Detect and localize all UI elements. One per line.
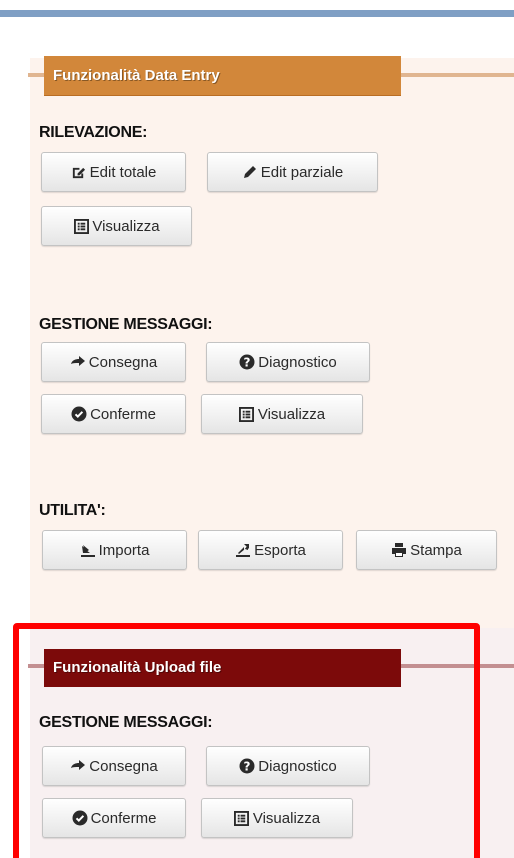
upload-consegna-button[interactable]: Consegna xyxy=(42,746,186,786)
check-circle-icon xyxy=(71,406,87,422)
top-accent-bar xyxy=(0,10,514,17)
edit-totale-label: Edit totale xyxy=(89,163,157,181)
import-icon xyxy=(80,542,96,558)
importa-label: Importa xyxy=(98,541,150,559)
check-circle-icon xyxy=(72,810,88,826)
question-circle-icon: ? xyxy=(239,354,255,370)
pencil-icon xyxy=(242,164,258,180)
stampa-button[interactable]: Stampa xyxy=(356,530,497,570)
esporta-label: Esporta xyxy=(254,541,306,559)
rilevazione-title: RILEVAZIONE: xyxy=(39,124,148,141)
consegna-label: Consegna xyxy=(88,353,158,371)
svg-text:?: ? xyxy=(244,356,251,370)
list-alt-icon xyxy=(234,810,250,826)
esporta-button[interactable]: Esporta xyxy=(198,530,343,570)
conferme-button[interactable]: Conferme xyxy=(41,394,186,434)
upload-file-tab-title: Funzionalità Upload file xyxy=(44,649,401,687)
export-icon xyxy=(235,542,251,558)
arrow-right-icon xyxy=(70,758,86,774)
diagnostico-label: Diagnostico xyxy=(258,353,337,371)
data-entry-panel: Funzionalità Data Entry RILEVAZIONE: Edi… xyxy=(28,56,514,628)
messaggi-visualizza-label: Visualizza xyxy=(257,405,326,423)
upload-visualizza-label: Visualizza xyxy=(252,809,321,827)
conferme-label: Conferme xyxy=(90,405,156,423)
stampa-label: Stampa xyxy=(410,541,462,559)
edit-parziale-label: Edit parziale xyxy=(260,163,344,181)
messaggi-visualizza-button[interactable]: Visualizza xyxy=(201,394,363,434)
list-alt-icon xyxy=(239,406,255,422)
upload-visualizza-button[interactable]: Visualizza xyxy=(201,798,353,838)
list-alt-icon xyxy=(73,218,89,234)
print-icon xyxy=(391,542,407,558)
upload-conferme-label: Conferme xyxy=(90,809,157,827)
edit-totale-button[interactable]: Edit totale xyxy=(41,152,186,192)
question-circle-icon: ? xyxy=(239,758,255,774)
utilita-title: UTILITA': xyxy=(39,502,106,519)
upload-diagnostico-label: Diagnostico xyxy=(258,757,337,775)
data-entry-tab-title: Funzionalità Data Entry xyxy=(44,56,401,96)
upload-diagnostico-button[interactable]: ? Diagnostico xyxy=(206,746,370,786)
importa-button[interactable]: Importa xyxy=(42,530,187,570)
upload-gestione-messaggi-title: GESTIONE MESSAGGI: xyxy=(39,714,213,731)
arrow-right-icon xyxy=(70,354,86,370)
page: Funzionalità Data Entry RILEVAZIONE: Edi… xyxy=(0,0,514,858)
edit-parziale-button[interactable]: Edit parziale xyxy=(207,152,378,192)
svg-text:?: ? xyxy=(244,760,251,774)
upload-conferme-button[interactable]: Conferme xyxy=(42,798,186,838)
diagnostico-button[interactable]: ? Diagnostico xyxy=(206,342,370,382)
consegna-button[interactable]: Consegna xyxy=(41,342,186,382)
upload-consegna-label: Consegna xyxy=(89,757,158,775)
rilevazione-visualizza-label: Visualizza xyxy=(92,217,160,235)
rilevazione-visualizza-button[interactable]: Visualizza xyxy=(41,206,192,246)
upload-file-panel: Funzionalità Upload file GESTIONE MESSAG… xyxy=(28,628,514,858)
gestione-messaggi-title: GESTIONE MESSAGGI: xyxy=(39,316,213,333)
edit-square-icon xyxy=(71,164,87,180)
